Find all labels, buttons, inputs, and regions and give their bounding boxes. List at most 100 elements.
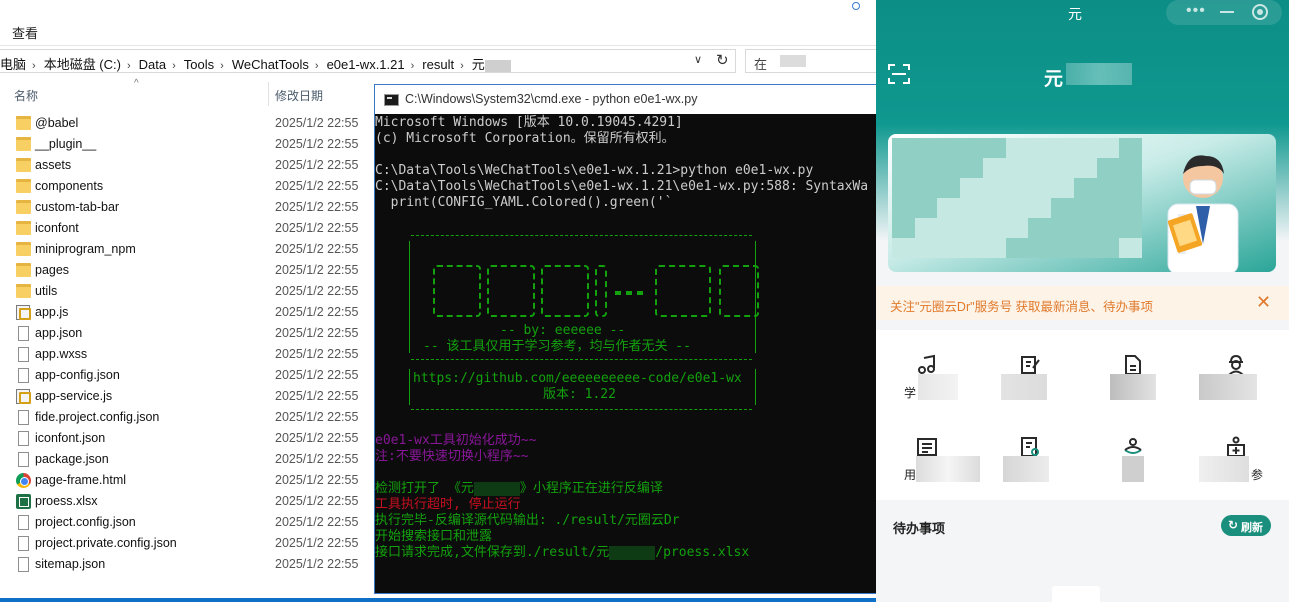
refresh-button[interactable]: ↻ 刷新 bbox=[1221, 515, 1271, 536]
mosaic-tile bbox=[1096, 198, 1120, 218]
file-row[interactable]: project.config.json 2025/1/2 22:55 bbox=[0, 512, 376, 533]
file-name: assets bbox=[35, 158, 72, 172]
breadcrumb-wechattools[interactable]: WeChatTools bbox=[232, 57, 309, 72]
address-bar[interactable]: 电脑 › 本地磁盘 (C:) › Data › Tools › WeChatTools › e0e1… bbox=[0, 49, 736, 73]
file-date: 2025/1/2 22:55 bbox=[275, 221, 359, 235]
breadcrumb-result[interactable]: result bbox=[422, 57, 454, 72]
mosaic-tile bbox=[1005, 178, 1029, 198]
mosaic-tile bbox=[1028, 218, 1052, 238]
menu-view[interactable]: 查看 bbox=[12, 23, 38, 42]
file-row[interactable]: @babel 2025/1/2 22:55 bbox=[0, 113, 376, 134]
file-name: app-config.json bbox=[35, 368, 120, 382]
chevron-down-icon[interactable]: ∨ bbox=[694, 53, 702, 66]
mosaic-tile bbox=[1028, 198, 1052, 218]
grid-item[interactable] bbox=[1185, 338, 1288, 418]
close-target-icon[interactable] bbox=[1252, 4, 1268, 20]
file-row[interactable]: app-config.json 2025/1/2 22:55 bbox=[0, 365, 376, 386]
breadcrumb-this-pc[interactable]: 电脑 bbox=[0, 57, 26, 72]
ascii-glyph bbox=[615, 291, 643, 295]
cmd-titlebar[interactable]: C:\Windows\System32\cmd.exe - python e0e… bbox=[375, 85, 876, 114]
ascii-glyph bbox=[655, 265, 711, 317]
file-name: components bbox=[35, 179, 104, 193]
file-row[interactable]: components 2025/1/2 22:55 bbox=[0, 176, 376, 197]
column-name[interactable]: 名称 bbox=[14, 87, 38, 104]
file-row[interactable]: app.json 2025/1/2 22:55 bbox=[0, 323, 376, 344]
mosaic-tile bbox=[982, 138, 1006, 158]
chevron-right-icon: › bbox=[314, 60, 319, 72]
file-row[interactable]: app-service.js 2025/1/2 22:55 bbox=[0, 386, 376, 407]
more-icon[interactable]: ••• bbox=[1186, 2, 1206, 20]
file-name: page-frame.html bbox=[35, 473, 127, 487]
banner-border bbox=[409, 241, 410, 353]
refresh-icon: ↻ bbox=[1228, 518, 1239, 532]
file-row[interactable]: app.js 2025/1/2 22:55 bbox=[0, 302, 376, 323]
file-row[interactable]: iconfont.json 2025/1/2 22:55 bbox=[0, 428, 376, 449]
breadcrumb-e0e1-wx[interactable]: e0e1-wx.1.21 bbox=[327, 57, 405, 72]
grid-item[interactable]: 用 bbox=[876, 420, 980, 500]
breadcrumb-tools[interactable]: Tools bbox=[184, 57, 214, 72]
js-file-icon bbox=[16, 305, 31, 320]
file-row[interactable]: app.wxss 2025/1/2 22:55 bbox=[0, 344, 376, 365]
mosaic-tile bbox=[1051, 138, 1074, 158]
search-input[interactable]: 在 bbox=[745, 49, 876, 73]
folder-icon bbox=[16, 179, 31, 193]
file-row[interactable]: custom-tab-bar 2025/1/2 22:55 bbox=[0, 197, 376, 218]
capsule-menu[interactable]: ••• bbox=[1166, 0, 1282, 25]
file-row[interactable]: __plugin__ 2025/1/2 22:55 bbox=[0, 134, 376, 155]
breadcrumb-current[interactable]: 元 bbox=[472, 57, 485, 72]
mosaic-tile bbox=[982, 238, 1006, 258]
chrome-icon bbox=[16, 473, 31, 488]
terminal-line: 执行完毕-反编译源代码输出: ./result/元圈云Dr bbox=[375, 513, 680, 528]
grid-item[interactable] bbox=[979, 420, 1082, 500]
file-row[interactable]: sitemap.json 2025/1/2 22:55 bbox=[0, 554, 376, 575]
close-icon[interactable]: ✕ bbox=[1256, 292, 1271, 313]
file-row[interactable]: utils 2025/1/2 22:55 bbox=[0, 281, 376, 302]
file-row[interactable]: package.json 2025/1/2 22:55 bbox=[0, 449, 376, 470]
minimize-icon[interactable] bbox=[1220, 11, 1234, 13]
cmd-window[interactable]: C:\Windows\System32\cmd.exe - python e0e… bbox=[374, 84, 877, 594]
mosaic-tile bbox=[1005, 138, 1029, 158]
file-row[interactable]: proess.xlsx 2025/1/2 22:55 bbox=[0, 491, 376, 512]
mosaic-tile bbox=[1028, 158, 1052, 178]
file-date: 2025/1/2 22:55 bbox=[275, 158, 359, 172]
terminal-line: 工具执行超时, 停止运行 bbox=[375, 497, 521, 512]
mosaic-tile bbox=[960, 158, 983, 178]
file-row[interactable]: iconfont 2025/1/2 22:55 bbox=[0, 218, 376, 239]
mosaic-tile bbox=[1096, 218, 1120, 238]
column-date[interactable]: 修改日期 bbox=[275, 87, 323, 104]
file-row[interactable]: project.private.config.json 2025/1/2 22:5… bbox=[0, 533, 376, 554]
ascii-glyph bbox=[719, 265, 759, 317]
redacted-block bbox=[473, 481, 520, 496]
grid-item[interactable] bbox=[979, 338, 1082, 418]
banner-url: https://github.com/eeeeeeeeee-code/e0e1-… bbox=[413, 371, 742, 386]
banner-border bbox=[409, 369, 410, 405]
grid-item[interactable] bbox=[1082, 420, 1185, 500]
file-date: 2025/1/2 22:55 bbox=[275, 200, 359, 214]
grid-item[interactable]: 学 bbox=[876, 338, 979, 418]
refresh-icon[interactable]: ↻ bbox=[716, 51, 729, 69]
file-row[interactable]: fide.project.config.json 2025/1/2 22:55 bbox=[0, 407, 376, 428]
help-icon[interactable] bbox=[852, 2, 860, 10]
breadcrumb-data[interactable]: Data bbox=[139, 57, 166, 72]
file-name: sitemap.json bbox=[35, 557, 106, 571]
mosaic-tile bbox=[1096, 238, 1120, 258]
terminal-line: 注:不要快速切换小程序~~ bbox=[375, 449, 529, 464]
grid-item[interactable]: 参 bbox=[1185, 420, 1288, 500]
column-divider[interactable] bbox=[268, 82, 269, 106]
file-row[interactable]: assets 2025/1/2 22:55 bbox=[0, 155, 376, 176]
folder-icon bbox=[16, 200, 31, 214]
notice-bar[interactable]: 关注"元圈云Dr"服务号 获取最新消息、待办事项 ✕ bbox=[876, 286, 1289, 320]
file-row[interactable]: pages 2025/1/2 22:55 bbox=[0, 260, 376, 281]
file-row[interactable]: page-frame.html 2025/1/2 22:55 bbox=[0, 470, 376, 491]
scan-icon[interactable] bbox=[888, 64, 910, 84]
grid-item[interactable] bbox=[1082, 338, 1185, 418]
banner-image[interactable] bbox=[888, 134, 1276, 272]
file-row[interactable]: miniprogram_npm 2025/1/2 22:55 bbox=[0, 239, 376, 260]
mosaic-tile bbox=[1051, 158, 1074, 178]
js-file-icon bbox=[16, 389, 31, 404]
file-date: 2025/1/2 22:55 bbox=[275, 494, 359, 508]
terminal-output[interactable]: Microsoft Windows [版本 10.0.19045.4291] (… bbox=[375, 115, 876, 593]
breadcrumb-drive-c[interactable]: 本地磁盘 (C:) bbox=[44, 57, 121, 72]
mosaic-tile bbox=[937, 178, 961, 198]
mosaic-tile bbox=[960, 178, 983, 198]
